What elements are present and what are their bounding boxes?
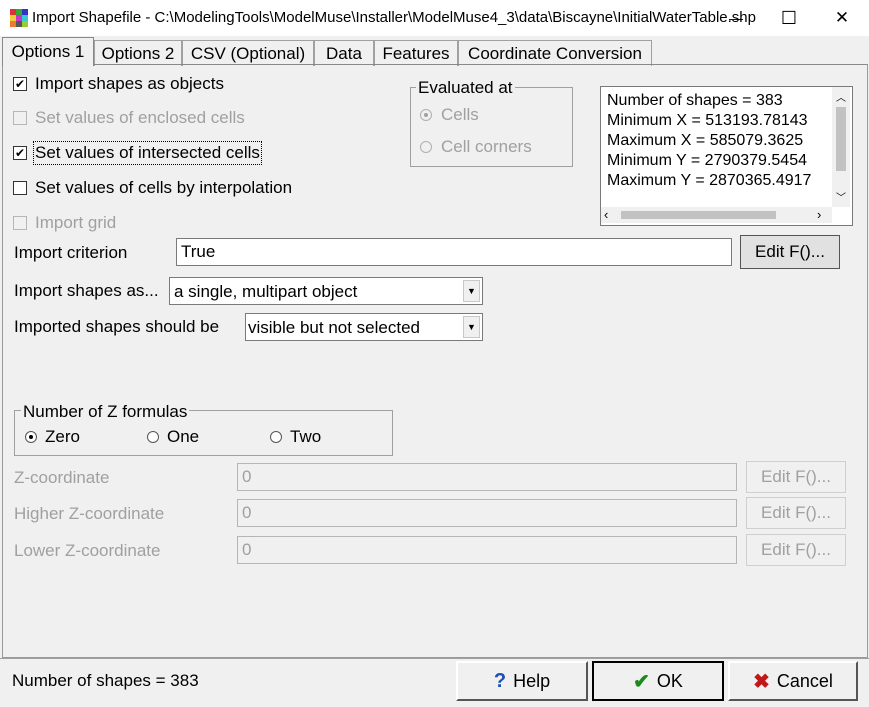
intersected-cells-checkbox-row[interactable]: ✔ Set values of intersected cells xyxy=(13,141,262,165)
evaluated-cells-radio-row: Cells xyxy=(420,105,479,125)
maximize-button[interactable]: ☐ xyxy=(766,0,812,36)
tab-label: Options 2 xyxy=(101,43,175,63)
import-objects-checkbox-row[interactable]: ✔ Import shapes as objects xyxy=(13,74,224,94)
z-coordinate-label: Z-coordinate xyxy=(14,468,110,487)
imported-visibility-select[interactable]: visible but not selected ▼ xyxy=(245,313,483,341)
z-two-radio[interactable] xyxy=(270,431,282,443)
tab-options-2[interactable]: Options 2 xyxy=(94,40,182,66)
evaluated-cells-label: Cells xyxy=(441,105,479,124)
minimize-icon: — xyxy=(729,10,743,26)
close-icon: ✕ xyxy=(834,8,850,27)
higher-z-coordinate-label: Higher Z-coordinate xyxy=(14,504,165,523)
z-coordinate-input: 0 xyxy=(237,463,737,491)
z-one-label: One xyxy=(167,427,200,446)
z-two-radio-row[interactable]: Two xyxy=(270,427,321,447)
checkmark-icon: ✔ xyxy=(633,670,650,693)
scroll-thumb[interactable] xyxy=(836,107,846,171)
import-shapes-as-select[interactable]: a single, multipart object ▼ xyxy=(169,277,483,305)
ok-label: OK xyxy=(656,670,683,691)
import-criterion-input[interactable]: True xyxy=(176,238,732,266)
imported-visibility-label: Imported shapes should be xyxy=(14,317,220,336)
import-shapes-as-value: a single, multipart object xyxy=(174,282,358,301)
tab-options-1[interactable]: Options 1 xyxy=(2,37,94,66)
import-criterion-label: Import criterion xyxy=(14,243,128,262)
scroll-left-icon[interactable]: ‹ xyxy=(604,207,608,222)
list-item: Minimum Y = 2790379.5454 xyxy=(607,152,807,169)
help-icon: ? xyxy=(493,669,507,692)
higher-z-edit-formula-button: Edit F()... xyxy=(746,497,846,529)
list-item: Number of shapes = 383 xyxy=(607,92,783,109)
chevron-down-icon[interactable]: ▼ xyxy=(463,280,480,302)
list-item: Maximum Y = 2870365.4917 xyxy=(607,172,812,189)
z-coordinate-edit-formula-button: Edit F()... xyxy=(746,461,846,493)
import-shapes-as-label: Import shapes as... xyxy=(14,281,159,300)
close-button[interactable]: ✕ xyxy=(819,0,865,36)
import-grid-checkbox-row: Import grid xyxy=(13,213,116,233)
help-button[interactable]: ? Help xyxy=(456,661,588,701)
status-text: Number of shapes = 383 xyxy=(12,671,199,690)
tab-label: Features xyxy=(382,43,450,63)
z-zero-label: Zero xyxy=(45,427,80,446)
tab-label: Data xyxy=(326,43,362,63)
ok-button[interactable]: ✔ OK xyxy=(592,661,724,701)
maximize-icon: ☐ xyxy=(780,7,798,28)
shape-info-listbox[interactable]: Number of shapes = 383 Minimum X = 51319… xyxy=(600,86,853,226)
import-grid-checkbox xyxy=(13,216,27,230)
enclosed-cells-checkbox xyxy=(13,111,27,125)
z-one-radio-row[interactable]: One xyxy=(147,427,199,447)
window-title: Import Shapefile - C:\ModelingTools\Mode… xyxy=(32,9,756,26)
scroll-thumb[interactable] xyxy=(621,211,776,219)
tab-label: CSV (Optional) xyxy=(190,43,306,63)
import-objects-checkbox[interactable]: ✔ xyxy=(13,77,27,91)
import-objects-label: Import shapes as objects xyxy=(35,74,224,93)
evaluated-at-title: Evaluated at xyxy=(416,78,515,98)
lower-z-edit-formula-button: Edit F()... xyxy=(746,534,846,566)
z-zero-radio-row[interactable]: Zero xyxy=(25,427,80,447)
tab-features[interactable]: Features xyxy=(374,40,458,66)
z-two-label: Two xyxy=(290,427,322,446)
higher-z-coordinate-input: 0 xyxy=(237,499,737,527)
scroll-right-icon[interactable]: › xyxy=(817,207,821,222)
cancel-x-icon: ✖ xyxy=(753,670,770,693)
evaluated-cell-corners-radio-row: Cell corners xyxy=(420,137,532,157)
modelmuse-app-icon xyxy=(10,9,28,27)
lower-z-coordinate-label: Lower Z-coordinate xyxy=(14,541,161,560)
import-criterion-edit-formula-button[interactable]: Edit F()... xyxy=(740,235,840,269)
cancel-label: Cancel xyxy=(776,670,833,691)
enclosed-cells-label: Set values of enclosed cells xyxy=(35,108,245,127)
interpolation-label: Set values of cells by interpolation xyxy=(35,178,293,197)
interpolation-checkbox-row[interactable]: Set values of cells by interpolation xyxy=(13,178,292,198)
scroll-up-icon[interactable]: ︿ xyxy=(832,89,850,104)
evaluated-cell-corners-radio xyxy=(420,141,432,153)
interpolation-checkbox[interactable] xyxy=(13,181,27,195)
info-horizontal-scrollbar[interactable]: ‹ › xyxy=(601,207,832,223)
shape-info-lines: Number of shapes = 383 Minimum X = 51319… xyxy=(607,91,829,191)
intersected-cells-checkbox[interactable]: ✔ xyxy=(13,146,27,160)
minimize-button[interactable]: — xyxy=(713,0,759,36)
list-item: Maximum X = 585079.3625 xyxy=(607,132,804,149)
z-formulas-title: Number of Z formulas xyxy=(21,402,190,422)
help-label: Help xyxy=(513,670,551,691)
tab-data[interactable]: Data xyxy=(314,40,374,66)
intersected-cells-label: Set values of intersected cells xyxy=(33,141,262,165)
enclosed-cells-checkbox-row: Set values of enclosed cells xyxy=(13,108,245,128)
chevron-down-icon[interactable]: ▼ xyxy=(463,316,480,338)
evaluated-cell-corners-label: Cell corners xyxy=(441,137,532,156)
title-bar: Import Shapefile - C:\ModelingTools\Mode… xyxy=(0,0,869,36)
tab-csv-optional[interactable]: CSV (Optional) xyxy=(182,40,314,66)
z-zero-radio[interactable] xyxy=(25,431,37,443)
info-vertical-scrollbar[interactable]: ︿ ﹀ xyxy=(832,87,850,207)
evaluated-cells-radio xyxy=(420,109,432,121)
imported-visibility-value: visible but not selected xyxy=(248,318,420,337)
tab-coordinate-conversion[interactable]: Coordinate Conversion xyxy=(458,40,652,66)
cancel-button[interactable]: ✖ Cancel xyxy=(728,661,858,701)
tab-label: Coordinate Conversion xyxy=(468,43,642,63)
z-one-radio[interactable] xyxy=(147,431,159,443)
lower-z-coordinate-input: 0 xyxy=(237,536,737,564)
list-item: Minimum X = 513193.78143 xyxy=(607,112,808,129)
import-grid-label: Import grid xyxy=(35,213,117,232)
tab-label: Options 1 xyxy=(11,42,85,61)
scroll-down-icon[interactable]: ﹀ xyxy=(832,189,850,204)
